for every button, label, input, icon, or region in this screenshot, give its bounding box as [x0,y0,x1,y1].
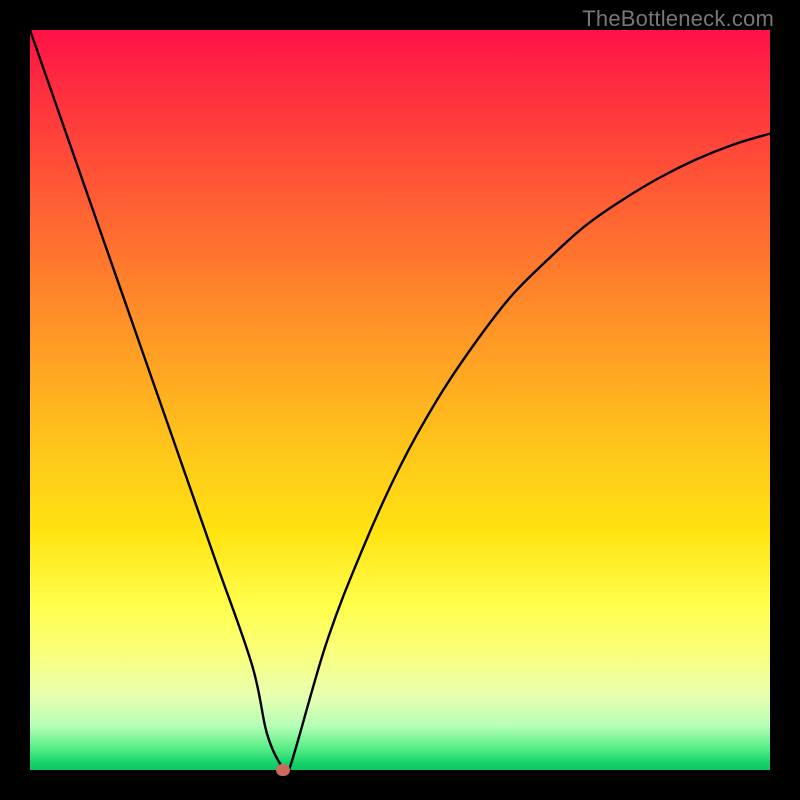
plot-area [30,30,770,770]
watermark-text: TheBottleneck.com [582,6,774,32]
optimal-point-marker [276,764,290,776]
chart-frame: TheBottleneck.com [0,0,800,800]
bottleneck-curve [30,30,770,780]
curve-svg [30,30,770,770]
